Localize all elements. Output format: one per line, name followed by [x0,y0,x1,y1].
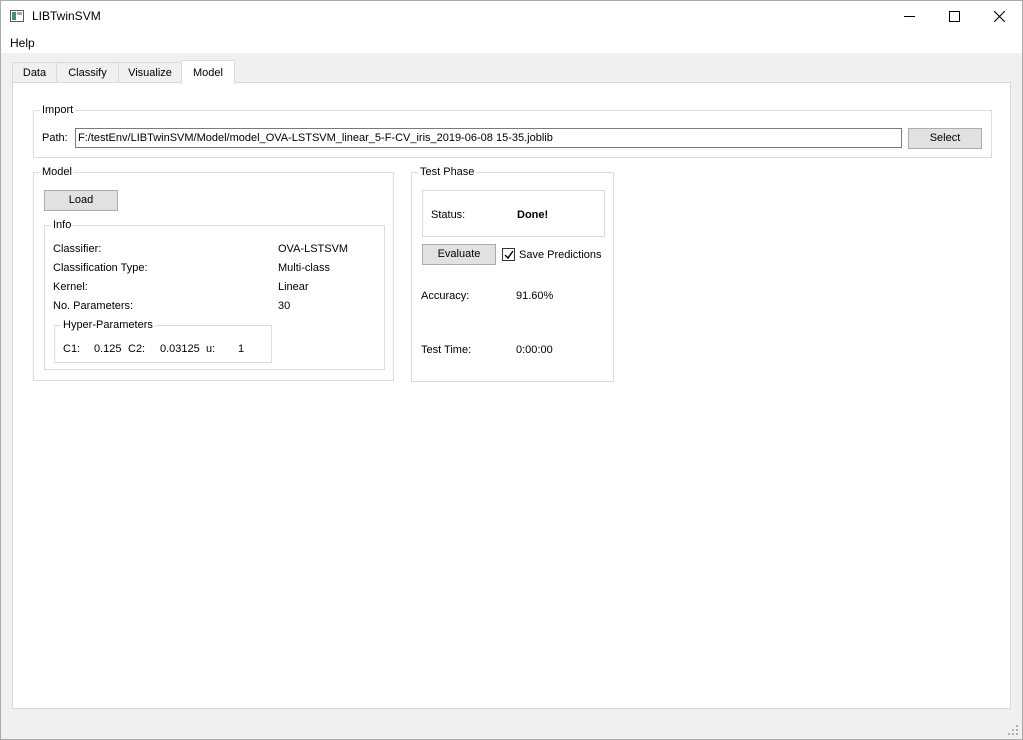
accuracy-label: Accuracy: [421,290,470,302]
model-group-title: Model [40,165,74,179]
c1-value: 0.125 [94,343,122,355]
info-group: Info Classifier: OVA-LSTSVM Classificati… [44,218,385,370]
tab-data[interactable]: Data [12,62,57,83]
u-label: u: [206,343,216,355]
c1-label: C1: [63,343,81,355]
tab-classify[interactable]: Classify [56,62,119,83]
status-frame: Status: Done! [422,190,605,237]
hyper-parameters-group: Hyper-Parameters C1: 0.125 C2: 0.03125 u… [54,318,272,363]
kernel-label: Kernel: [53,281,88,293]
tab-model[interactable]: Model [181,60,235,84]
model-tab-panel: Import Path: Select Model Load Info Clas… [12,82,1011,709]
checkmark-icon [504,250,514,260]
evaluate-button[interactable]: Evaluate [422,244,496,265]
classifier-label: Classifier: [53,243,102,255]
kernel-value: Linear [278,281,309,293]
minimize-icon [903,15,915,17]
main-window: LIBTwinSVM Help Data Classify Visualize … [0,0,1023,740]
test-time-label: Test Time: [421,344,472,356]
c2-value: 0.03125 [160,343,200,355]
status-value: Done! [517,209,549,221]
u-value: 1 [238,343,245,355]
hyper-parameters-title: Hyper-Parameters [61,318,155,332]
classification-type-value: Multi-class [278,262,330,274]
import-group-title: Import [40,103,76,117]
info-group-title: Info [51,218,74,232]
num-parameters-value: 30 [278,300,291,312]
path-input[interactable] [75,128,902,148]
accuracy-value: 91.60% [516,290,554,302]
resize-grip-icon[interactable] [1007,724,1019,736]
c2-label: C2: [128,343,146,355]
import-group: Import Path: Select [33,103,992,158]
tab-visualize[interactable]: Visualize [118,62,182,83]
test-time-value: 0:00:00 [516,344,553,356]
classifier-value: OVA-LSTSVM [278,243,349,255]
title-bar[interactable]: LIBTwinSVM [1,1,1022,31]
test-phase-title: Test Phase [418,165,477,179]
maximize-icon [948,10,960,22]
num-parameters-label: No. Parameters: [53,300,134,312]
menu-bar: Help [1,31,1022,53]
status-label: Status: [431,209,466,221]
window-title: LIBTwinSVM [32,9,101,23]
load-button[interactable]: Load [44,190,118,211]
test-phase-group: Test Phase Status: Done! Evaluate Save P… [411,165,614,382]
classification-type-label: Classification Type: [53,262,148,274]
close-icon [993,10,1005,22]
app-icon [10,10,24,22]
maximize-button[interactable] [931,1,977,31]
save-predictions-checkbox[interactable] [502,248,515,261]
model-group: Model Load Info Classifier: OVA-LSTSVM C… [33,165,394,381]
path-label: Path: [42,132,68,144]
minimize-button[interactable] [886,1,932,31]
save-predictions-label[interactable]: Save Predictions [519,249,602,261]
select-button[interactable]: Select [908,128,982,149]
menu-help[interactable]: Help [10,36,35,50]
close-button[interactable] [976,1,1022,31]
